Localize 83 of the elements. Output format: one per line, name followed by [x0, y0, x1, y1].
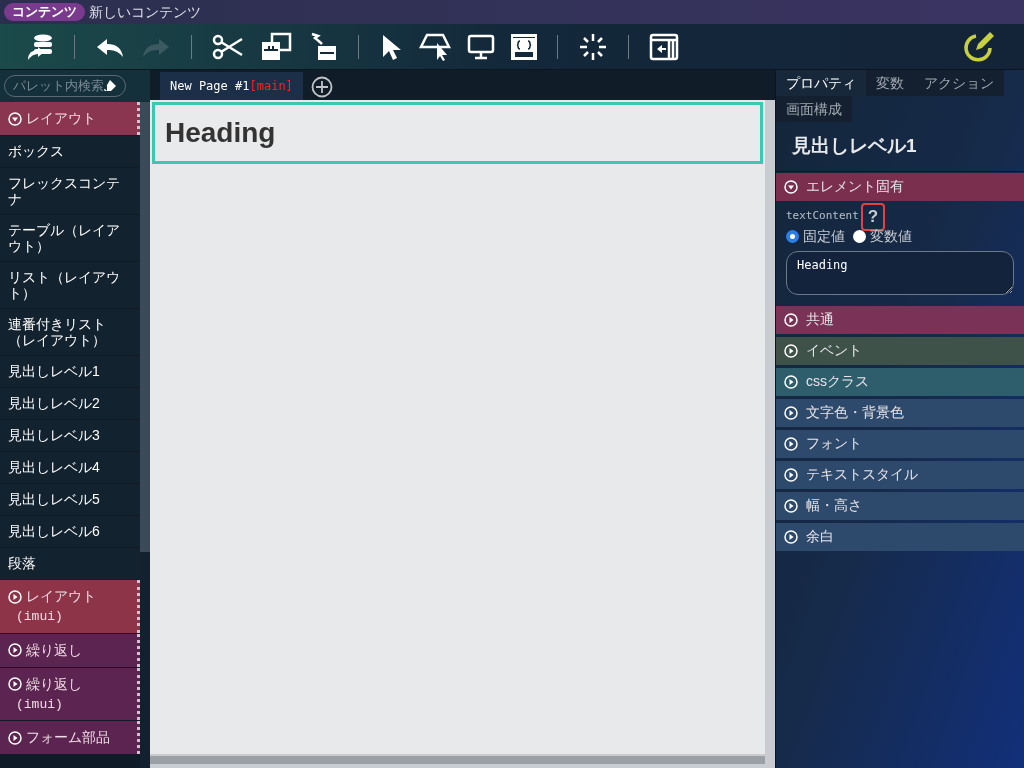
collapsed-icon: [784, 312, 798, 327]
palette-item[interactable]: 見出しレベル5: [0, 484, 140, 515]
panel-tab[interactable]: 変数: [866, 70, 914, 96]
panel-tab[interactable]: アクション: [914, 70, 1004, 96]
collapsed-icon: [8, 730, 22, 745]
palette-item[interactable]: 見出しレベル3: [0, 420, 140, 451]
app-badge: コンテンツ: [4, 3, 85, 21]
section-header[interactable]: フォント: [776, 429, 1024, 458]
collapsed-icon: [784, 343, 798, 358]
palette-category[interactable]: レイアウト: [0, 102, 140, 135]
collapsed-icon: [784, 436, 798, 451]
section-label: 文字色・背景色: [806, 403, 904, 422]
collapsed-icon: [8, 643, 22, 657]
collapsed-icon: [784, 529, 798, 544]
css-file-icon[interactable]: [511, 33, 537, 60]
collapsed-icon: [8, 677, 22, 691]
palette-category[interactable]: 繰り返し: [0, 633, 140, 667]
palette-item[interactable]: 連番付きリスト（レイアウト）: [0, 309, 140, 355]
monitor-icon[interactable]: [467, 33, 495, 60]
section-label: テキストスタイル: [806, 465, 918, 484]
section-header[interactable]: 文字色・背景色: [776, 398, 1024, 427]
category-label: 繰り返し: [26, 640, 82, 660]
area-select-icon[interactable]: [419, 32, 451, 61]
section-header[interactable]: cssクラス: [776, 367, 1024, 396]
loading-icon[interactable]: [578, 31, 608, 62]
palette-item[interactable]: リスト（レイアウト）: [0, 262, 140, 308]
eraser-icon[interactable]: [103, 79, 117, 93]
section-header[interactable]: エレメント固有: [776, 172, 1024, 201]
horizontal-scrollbar[interactable]: [150, 756, 765, 764]
palette-item[interactable]: 見出しレベル1: [0, 356, 140, 387]
section-header[interactable]: 幅・高さ: [776, 491, 1024, 520]
page-tab[interactable]: New Page #1[main]: [160, 72, 303, 100]
palette-item[interactable]: 見出しレベル4: [0, 452, 140, 483]
collapsed-icon: [784, 467, 798, 482]
category-label: フォーム部品: [26, 728, 110, 747]
category-label: レイアウト: [26, 109, 96, 128]
section-label: 余白: [806, 527, 834, 546]
collapsed-icon: [784, 405, 798, 420]
category-sublabel: (imui): [15, 695, 64, 714]
side-panel-icon[interactable]: [649, 32, 679, 61]
palette-item[interactable]: 段落: [0, 548, 140, 579]
palette-category[interactable]: 繰り返し (imui): [0, 667, 140, 720]
section-header[interactable]: 共通: [776, 305, 1024, 334]
text-area[interactable]: Heading: [786, 250, 1014, 295]
expanded-icon: [8, 111, 22, 126]
field-label: textContent: [786, 208, 859, 225]
page-tab-name: New Page #1: [170, 78, 250, 95]
palette-item[interactable]: 見出しレベル2: [0, 388, 140, 419]
element-title: 見出しレベル1: [776, 122, 1024, 172]
expanded-icon: [784, 179, 798, 194]
radio-button[interactable]: [786, 230, 799, 243]
section-label: 幅・高さ: [806, 496, 862, 515]
collapsed-icon: [784, 498, 798, 513]
palette-category[interactable]: レイアウト (imui): [0, 580, 140, 633]
window-title: 新しいコンテンツ: [89, 2, 201, 22]
page-tab-tag: [main]: [249, 77, 293, 95]
category-label: レイアウト: [26, 587, 96, 606]
heading-element[interactable]: Heading: [152, 102, 763, 164]
section-header[interactable]: テキストスタイル: [776, 460, 1024, 489]
scrollbar-thumb[interactable]: [140, 102, 150, 552]
section-header[interactable]: 余白: [776, 522, 1024, 551]
section-header[interactable]: イベント: [776, 336, 1024, 365]
section-label: 共通: [806, 310, 834, 329]
palette-category[interactable]: フォーム部品: [0, 721, 140, 754]
collapsed-icon: [8, 589, 22, 604]
palette-item[interactable]: フレックスコンテナ: [0, 168, 140, 214]
add-icon[interactable]: [310, 76, 333, 98]
radio-button[interactable]: [853, 230, 866, 243]
section-label: エレメント固有: [806, 177, 904, 196]
scissors-icon[interactable]: [212, 32, 244, 61]
section-label: フォント: [806, 434, 862, 453]
category-sublabel: (imui): [15, 608, 64, 626]
section-label: cssクラス: [806, 372, 869, 391]
panel-tab[interactable]: 画面構成: [776, 96, 852, 122]
copy-icon[interactable]: [260, 31, 292, 62]
edit-pencil-icon[interactable]: [962, 29, 996, 64]
palette-item[interactable]: 見出しレベル6: [0, 516, 140, 547]
radio-label: 固定値: [803, 227, 845, 246]
palette-item[interactable]: ボックス: [0, 136, 140, 167]
category-label: 繰り返し: [26, 674, 82, 694]
palette-item[interactable]: テーブル（レイアウト）: [0, 215, 140, 261]
collapsed-icon: [784, 374, 798, 389]
section-label: イベント: [806, 341, 862, 360]
